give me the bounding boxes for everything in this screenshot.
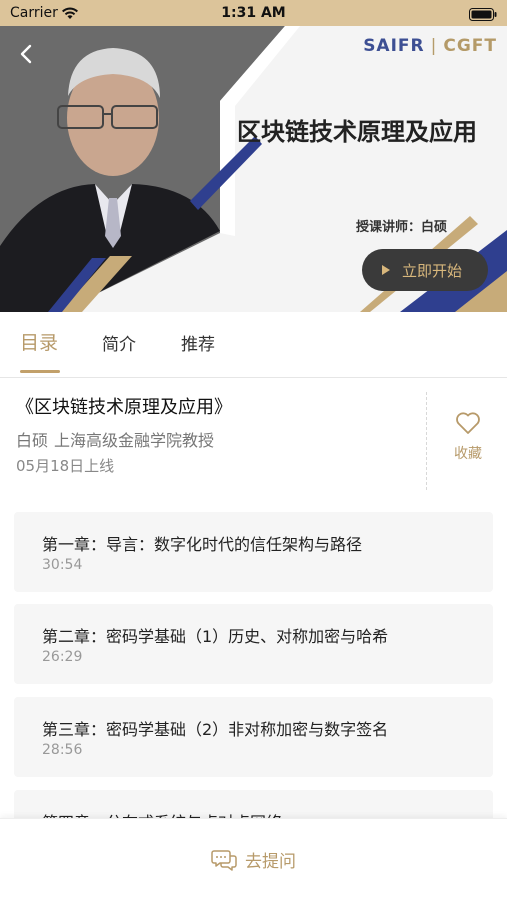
tab-intro[interactable]: 简介 [102, 330, 136, 355]
banner-title: 区块链技术原理及应用 [237, 118, 477, 146]
tab-recommend[interactable]: 推荐 [181, 330, 215, 355]
chapter-title: 第一章：导言：数字化时代的信任架构与路径 [42, 535, 363, 554]
logo-cgft: CGFT [443, 36, 497, 56]
chat-bubble-icon [211, 849, 237, 871]
institution-logo: SAIFR | CGFT [363, 36, 497, 56]
favorite-button[interactable]: 收藏 [440, 411, 496, 475]
chapter-item[interactable]: 第二章：密码学基础（1）历史、对称加密与哈希 26:29 [14, 604, 493, 684]
ask-question-button[interactable]: 去提问 [0, 847, 507, 872]
course-banner: SAIFR | CGFT 区块链技术原理及应用 授课讲师：白硕 立即开始 [0, 26, 507, 312]
tab-catalog[interactable]: 目录 [20, 328, 58, 355]
chapter-item[interactable]: 第一章：导言：数字化时代的信任架构与路径 30:54 [14, 512, 493, 592]
teacher-title: 上海高级金融学院教授 [54, 431, 215, 450]
back-arrow-icon[interactable] [14, 40, 38, 68]
logo-divider: | [430, 36, 438, 56]
course-tabs: 目录 简介 推荐 [0, 312, 507, 378]
ask-question-label: 去提问 [245, 852, 296, 872]
chapter-duration: 26:29 [42, 649, 83, 665]
course-title: 《区块链技术原理及应用》 [16, 397, 232, 418]
course-teacher: 白硕 上海高级金融学院教授 [16, 427, 214, 451]
chapter-title: 第四章：分布式系统与点对点网络 [42, 809, 282, 818]
start-button[interactable]: 立即开始 [362, 249, 488, 291]
bottom-action-bar: 去提问 [0, 818, 507, 900]
play-icon [382, 265, 390, 275]
chapter-item[interactable]: 第四章：分布式系统与点对点网络 [14, 790, 493, 818]
chapter-title: 第二章：密码学基础（1）历史、对称加密与哈希 [42, 627, 389, 646]
chapter-list: 第一章：导言：数字化时代的信任架构与路径 30:54 第二章：密码学基础（1）历… [0, 512, 507, 818]
logo-saifr: SAIFR [363, 36, 425, 56]
banner-lecturer: 授课讲师：白硕 [356, 220, 448, 235]
favorite-label: 收藏 [454, 446, 482, 462]
course-info: 《区块链技术原理及应用》 白硕 上海高级金融学院教授 05月18日上线 收藏 [0, 379, 507, 499]
active-tab-indicator [20, 370, 60, 373]
heart-icon [456, 412, 480, 434]
chapter-duration: 28:56 [42, 742, 83, 758]
chapter-duration: 30:54 [42, 557, 83, 573]
battery-icon [469, 6, 497, 25]
status-time: 1:31 AM [221, 5, 286, 21]
start-button-label: 立即开始 [402, 261, 463, 280]
teacher-name: 白硕 [16, 431, 49, 450]
course-date: 05月18日上线 [16, 457, 115, 475]
chapter-title: 第三章：密码学基础（2）非对称加密与数字签名 [42, 720, 389, 739]
status-bar: Carrier 1:31 AM [0, 0, 507, 26]
chapter-item[interactable]: 第三章：密码学基础（2）非对称加密与数字签名 28:56 [14, 697, 493, 777]
divider [426, 392, 427, 490]
